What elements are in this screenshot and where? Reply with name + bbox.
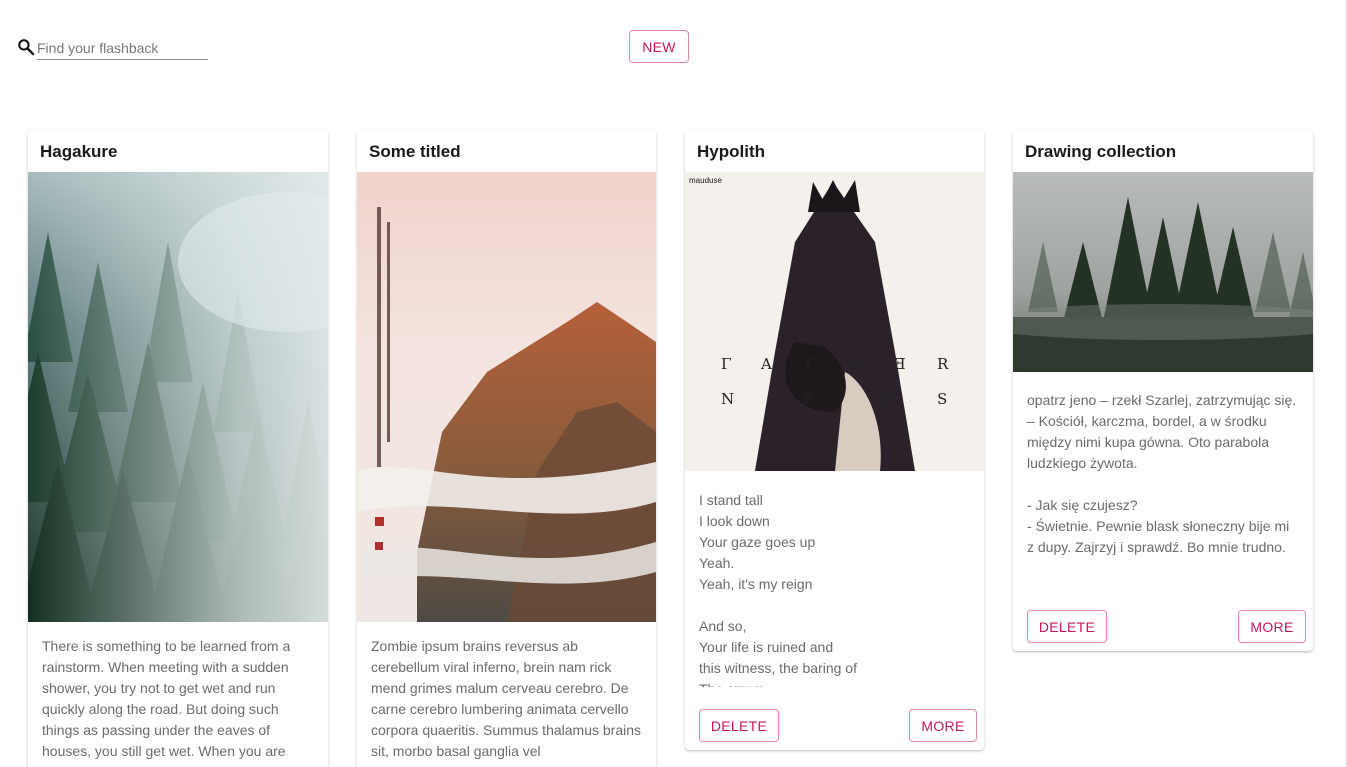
album-letter: Ǝ (895, 355, 906, 373)
new-button[interactable]: NEW (629, 30, 689, 63)
card-text: Zombie ipsum brains reversus ab cerebell… (371, 638, 642, 759)
search-icon (18, 39, 35, 56)
album-letter: N (721, 390, 734, 408)
album-letter: Γ (805, 355, 815, 373)
search-bar (16, 34, 208, 60)
flashback-card: Hagakure There is something to be learne… (28, 130, 328, 767)
album-letter: H (849, 355, 862, 373)
flashback-card: Hypolith mauduse Γ A Γ H Ǝ R N E U S I s… (685, 130, 984, 750)
flashback-card: Some titled Zombie ipsum brains reversus… (357, 130, 656, 767)
card-image-album-cover: mauduse Γ A Γ H Ǝ R N E U S (685, 172, 984, 471)
card-text: I stand tall I look down Your gaze goes … (699, 492, 857, 687)
card-actions: DELETE MORE (685, 709, 984, 750)
search-input[interactable] (37, 34, 208, 60)
card-title: Some titled (369, 142, 461, 161)
card-title: Hypolith (697, 142, 765, 161)
album-letter: R (937, 355, 949, 373)
card-text: opatrz jeno – rzekł Szarlej, zatrzymując… (1027, 392, 1297, 555)
album-letter: U (879, 390, 892, 408)
flashback-card: Drawing collection opatrz jeno – rzekł S… (1013, 130, 1313, 651)
more-button[interactable]: MORE (909, 709, 977, 742)
more-button[interactable]: MORE (1238, 610, 1306, 643)
card-image-forest (28, 172, 328, 622)
album-letter: A (760, 355, 772, 373)
delete-button[interactable]: DELETE (1027, 610, 1107, 643)
album-letter: Γ (721, 355, 731, 373)
delete-button[interactable]: DELETE (699, 709, 779, 742)
album-letter: E (803, 390, 814, 408)
album-letter: S (937, 390, 947, 408)
flashback-page: NEW Hagakure (0, 0, 1347, 767)
card-title: Hagakure (40, 142, 118, 161)
card-text: There is something to be learned from a … (42, 638, 291, 759)
album-corner-text: mauduse (689, 176, 722, 185)
card-image-foggy-trees (1013, 172, 1313, 372)
card-actions: DELETE MORE (1013, 610, 1313, 651)
card-image-painting (357, 172, 656, 622)
card-title: Drawing collection (1025, 142, 1177, 161)
